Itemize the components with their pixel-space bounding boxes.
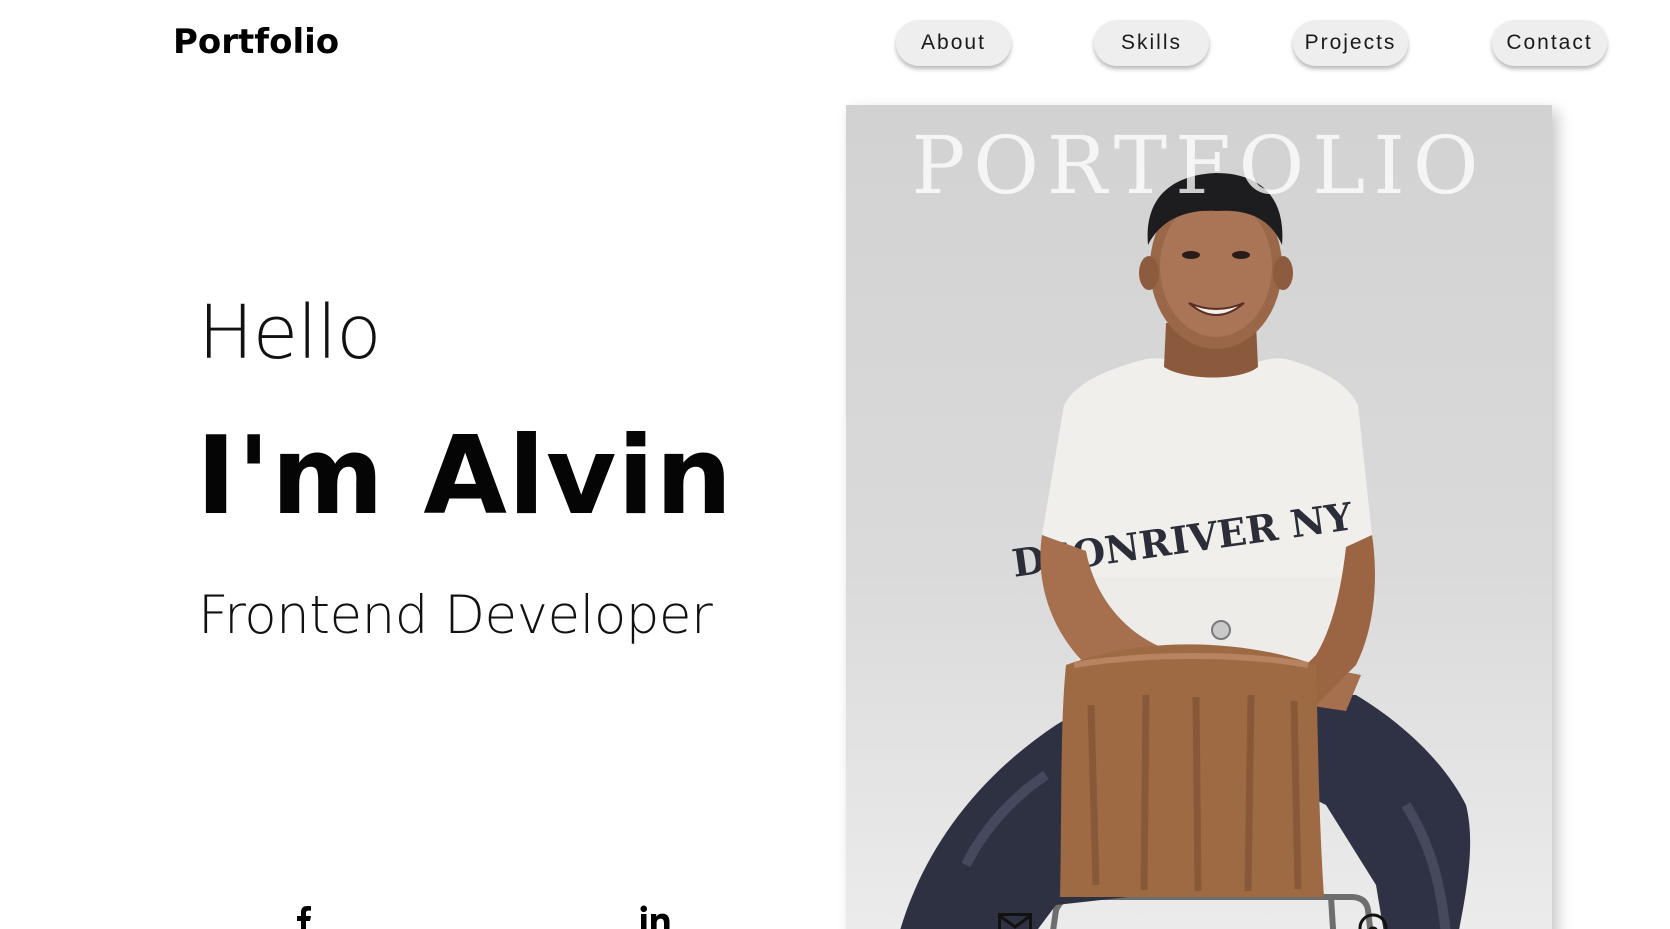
page: Portfolio About Skills Projects Contact …: [0, 0, 1670, 929]
social-links: [0, 905, 760, 929]
facebook-icon[interactable]: [296, 905, 312, 929]
nav-skills-button[interactable]: Skills: [1094, 20, 1209, 66]
hero-greeting: Hello: [198, 290, 382, 376]
mail-icon[interactable]: [998, 913, 1032, 929]
hero-role: Frontend Developer: [198, 585, 713, 646]
card-contact-icons: [846, 913, 1552, 929]
nav-contact-button[interactable]: Contact: [1492, 20, 1607, 66]
nav-about-button[interactable]: About: [896, 20, 1011, 66]
main-nav: About Skills Projects Contact: [0, 20, 1670, 70]
portrait-card: DSONRIVER NY PORTFOLIO: [846, 105, 1552, 929]
linkedin-icon[interactable]: [640, 905, 674, 929]
portrait-illustration: DSONRIVER NY: [900, 173, 1471, 929]
nav-projects-button[interactable]: Projects: [1293, 20, 1408, 66]
card-title: PORTFOLIO: [911, 119, 1487, 212]
github-icon[interactable]: [1358, 913, 1388, 929]
hero-name: I'm Alvin: [196, 414, 734, 539]
